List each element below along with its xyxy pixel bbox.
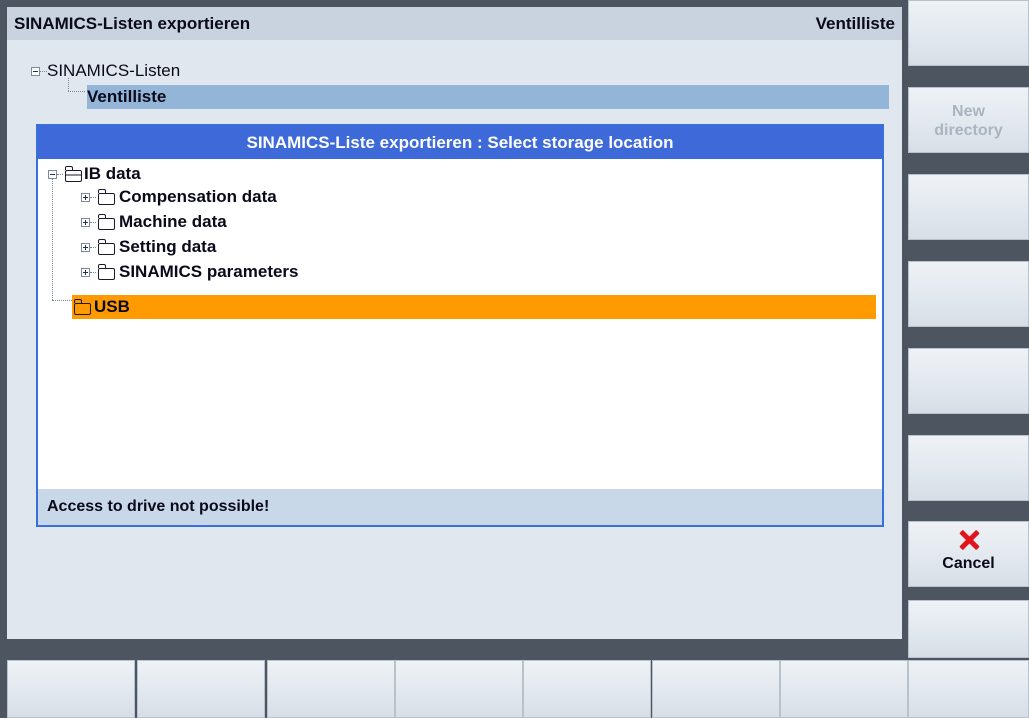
dialog-title: SINAMICS-Liste exportieren : Select stor… xyxy=(38,126,882,159)
folder-icon xyxy=(73,299,91,315)
tree-item-usb-label: USB xyxy=(94,297,130,316)
softkey-h4[interactable] xyxy=(395,660,523,718)
cancel-x-icon xyxy=(959,530,979,550)
collapse-icon[interactable] xyxy=(31,67,40,76)
tree-item-compensation-data[interactable]: Compensation data xyxy=(119,187,277,207)
softkey-h1[interactable] xyxy=(7,660,135,718)
cancel-button[interactable]: Cancel xyxy=(908,521,1029,587)
expand-icon[interactable] xyxy=(81,193,90,202)
softkey-v6[interactable] xyxy=(908,435,1029,501)
expand-icon[interactable] xyxy=(81,243,90,252)
cancel-label: Cancel xyxy=(942,555,995,572)
tree-item-ventilliste: Ventilliste xyxy=(87,87,167,106)
softkey-h8[interactable] xyxy=(908,660,1029,718)
tree-item-selected[interactable]: Ventilliste xyxy=(87,85,889,109)
new-directory-label-1: New xyxy=(952,103,985,120)
softkey-v8[interactable] xyxy=(908,600,1029,658)
folder-icon xyxy=(97,214,115,230)
tree-item-setting-data[interactable]: Setting data xyxy=(119,237,216,257)
tree-item-usb[interactable]: USB xyxy=(72,295,876,319)
folder-open-icon xyxy=(64,166,82,182)
softkey-h2[interactable] xyxy=(137,660,265,718)
context-label: Ventilliste xyxy=(815,14,895,33)
tree-item-sinamics-parameters[interactable]: SINAMICS parameters xyxy=(119,262,299,282)
softkey-v1[interactable] xyxy=(908,0,1029,66)
tree-item-machine-data[interactable]: Machine data xyxy=(119,212,227,232)
softkey-v4[interactable] xyxy=(908,261,1029,327)
folder-icon xyxy=(97,189,115,205)
folder-icon xyxy=(97,239,115,255)
collapse-icon[interactable] xyxy=(48,170,57,179)
softkey-h3[interactable] xyxy=(267,660,395,718)
folder-tree: IB data Compensation data Machine data S… xyxy=(38,159,882,488)
tree-root-sinamics-listen[interactable]: SINAMICS-Listen xyxy=(47,61,180,81)
status-message: Access to drive not possible! xyxy=(38,489,882,525)
storage-location-dialog: SINAMICS-Liste exportieren : Select stor… xyxy=(36,124,884,527)
softkey-v3[interactable] xyxy=(908,174,1029,240)
page-title: SINAMICS-Listen exportieren xyxy=(14,14,251,33)
expand-icon[interactable] xyxy=(81,268,90,277)
new-directory-label-2: directory xyxy=(934,122,1003,139)
expand-icon[interactable] xyxy=(81,218,90,227)
title-bar: SINAMICS-Listen exportieren Ventilliste xyxy=(7,7,902,40)
tree-item-ib-data[interactable]: IB data xyxy=(84,164,141,184)
main-panel: SINAMICS-Listen exportieren Ventilliste … xyxy=(7,7,902,639)
new-directory-button[interactable]: New directory xyxy=(908,87,1029,153)
softkey-v5[interactable] xyxy=(908,348,1029,414)
folder-icon xyxy=(97,264,115,280)
softkey-h6[interactable] xyxy=(652,660,780,718)
softkey-h5[interactable] xyxy=(523,660,651,718)
softkey-h7[interactable] xyxy=(780,660,908,718)
